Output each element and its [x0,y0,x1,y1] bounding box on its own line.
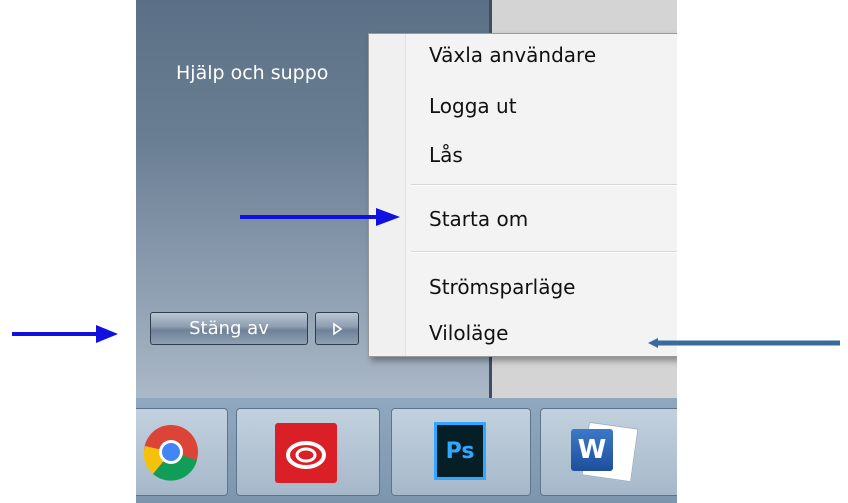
menu-item-lock[interactable]: Lås [429,143,463,167]
photoshop-icon-label: Ps [445,438,475,464]
menu-item-switch-user[interactable]: Växla användare [429,43,596,67]
photoshop-icon: Ps [434,422,486,480]
menu-item-log-off[interactable]: Logga ut [429,94,517,118]
menu-separator [411,251,677,253]
shutdown-options-button[interactable] [315,312,359,345]
taskbar-photoshop-button[interactable]: Ps [391,408,531,496]
word-icon-label: W [577,435,607,465]
menu-separator [411,184,677,186]
word-badge: W [571,429,613,471]
taskbar-chrome-button[interactable] [136,408,228,496]
power-options-menu: Växla användare Logga ut Lås Starta om S… [368,33,677,357]
annotation-arrow-icon [12,325,118,343]
creative-cloud-icon [275,423,337,483]
chevron-right-icon [333,321,343,336]
screen: Hjälp och suppo Stäng av Växla användare… [136,0,677,503]
chrome-icon [143,425,198,481]
menu-item-hibernate[interactable]: Viloläge [429,321,508,345]
word-icon: W [571,421,641,483]
annotation-arrow-icon [648,338,840,348]
shutdown-button[interactable]: Stäng av [150,312,308,345]
menu-item-restart[interactable]: Starta om [429,207,528,231]
taskbar-creative-cloud-button[interactable] [236,408,380,496]
help-and-support-item[interactable]: Hjälp och suppo [176,62,328,84]
menu-item-sleep[interactable]: Strömsparläge [429,275,575,299]
shutdown-button-label: Stäng av [189,318,269,339]
taskbar: Ps W [136,398,677,503]
annotation-arrow-icon [240,208,400,226]
creative-cloud-glyph [286,441,326,469]
taskbar-word-button[interactable]: W [540,408,677,496]
menu-icon-gutter [369,34,406,356]
